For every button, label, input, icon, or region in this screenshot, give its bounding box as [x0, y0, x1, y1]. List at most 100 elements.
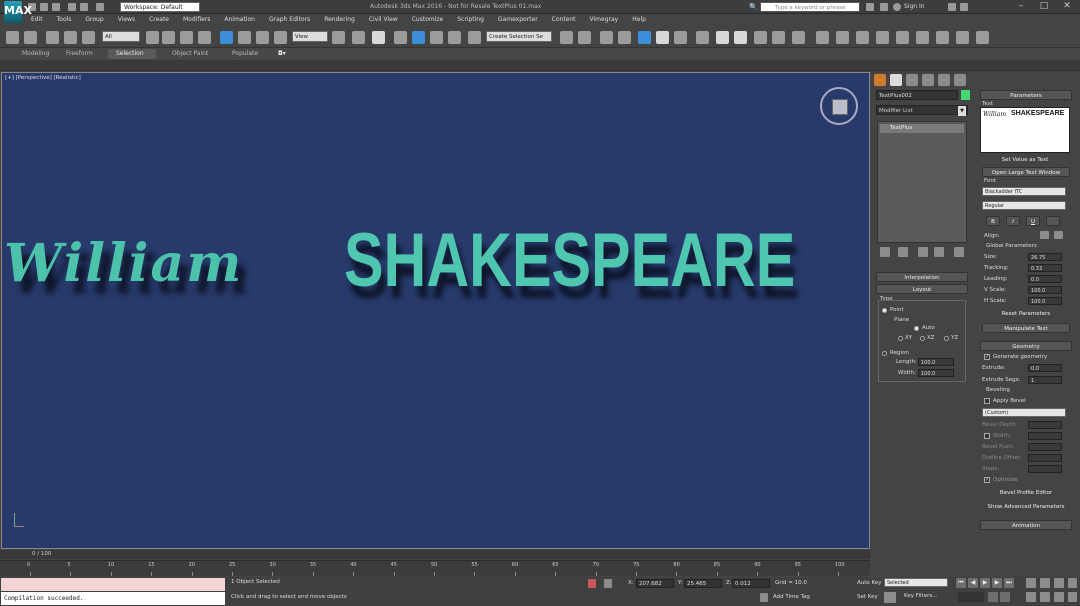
maximize-icon[interactable]: □: [1033, 0, 1055, 13]
link-icon[interactable]: [46, 31, 59, 44]
window-crossing-icon[interactable]: [198, 31, 211, 44]
apply-bevel-checkbox[interactable]: [984, 398, 990, 404]
tab-freeform[interactable]: Freeform: [58, 49, 101, 59]
save-icon[interactable]: [52, 3, 60, 11]
motion-tab-icon[interactable]: [922, 74, 934, 86]
vscale-spinner[interactable]: 100.0: [1028, 286, 1062, 294]
open-file-icon[interactable]: [40, 3, 48, 11]
key-filters-button[interactable]: Key Filters...: [904, 593, 937, 599]
generate-geometry-checkbox[interactable]: ✓: [984, 354, 990, 360]
remove-modifier-icon[interactable]: [934, 247, 944, 257]
space-warp-icon[interactable]: [936, 31, 949, 44]
render-setup-icon[interactable]: [716, 31, 729, 44]
close-icon[interactable]: ✕: [1056, 0, 1078, 13]
display-tab-icon[interactable]: [938, 74, 950, 86]
mirror-icon[interactable]: [560, 31, 573, 44]
bevel-width-spinner[interactable]: [1028, 432, 1062, 440]
select-object-icon[interactable]: [146, 31, 159, 44]
extrude-segs-spinner[interactable]: 1: [1028, 376, 1062, 384]
bind-space-warp-icon[interactable]: [82, 31, 95, 44]
align-icon[interactable]: [578, 31, 591, 44]
render-production-icon[interactable]: [754, 31, 767, 44]
show-advanced-parameters-button[interactable]: Show Advanced Parameters: [982, 502, 1070, 512]
time-config-icon[interactable]: [1000, 592, 1010, 602]
next-frame-icon[interactable]: ▶: [992, 578, 1002, 588]
reset-parameters-button[interactable]: Reset Parameters: [982, 309, 1070, 319]
hammer-icon[interactable]: [856, 31, 869, 44]
select-and-place-icon[interactable]: [274, 31, 287, 44]
script-icon[interactable]: [976, 31, 989, 44]
undo-icon[interactable]: [68, 3, 76, 11]
render-cloud-icon[interactable]: [792, 31, 805, 44]
xz-radio[interactable]: [920, 336, 925, 341]
italic-button[interactable]: I: [1006, 216, 1020, 226]
menu-modifiers[interactable]: Modifiers: [176, 14, 217, 26]
tab-object-paint[interactable]: Object Paint: [164, 49, 216, 59]
redo-icon[interactable]: [24, 31, 37, 44]
workspace-dropdown[interactable]: Workspace: Default: [120, 2, 200, 12]
menu-content[interactable]: Content: [545, 14, 583, 26]
text-object-william[interactable]: William: [4, 233, 243, 294]
tab-selection[interactable]: Selection: [108, 49, 156, 59]
select-and-scale-icon[interactable]: [256, 31, 269, 44]
select-and-rotate-icon[interactable]: [238, 31, 251, 44]
snaps-toggle-icon[interactable]: [394, 31, 407, 44]
leading-spinner[interactable]: 0.0: [1028, 275, 1062, 283]
camera-icon[interactable]: [876, 31, 889, 44]
infocenter-icon[interactable]: [866, 3, 874, 11]
show-end-result-icon[interactable]: [898, 247, 908, 257]
menu-tools[interactable]: Tools: [50, 14, 79, 26]
angle-snap-icon[interactable]: [412, 31, 425, 44]
zoom-extents-all-icon[interactable]: [1068, 578, 1077, 588]
menu-civil-view[interactable]: Civil View: [362, 14, 405, 26]
tracking-spinner[interactable]: 0.33: [1028, 264, 1062, 272]
animation-rollout[interactable]: Animation: [980, 520, 1072, 530]
go-to-end-icon[interactable]: ⏭: [1004, 578, 1014, 588]
material-editor-icon[interactable]: [696, 31, 709, 44]
render-iterative-icon[interactable]: [772, 31, 785, 44]
rendered-frame-window-icon[interactable]: [734, 31, 747, 44]
undo-icon[interactable]: [6, 31, 19, 44]
go-to-start-icon[interactable]: ⏮: [956, 578, 966, 588]
previous-frame-icon[interactable]: ◀: [968, 578, 978, 588]
field-of-view-icon[interactable]: [1026, 592, 1036, 602]
bevel-depth-spinner[interactable]: [1028, 421, 1062, 429]
minimize-icon[interactable]: –: [1010, 0, 1032, 13]
underline-button[interactable]: U: [1026, 216, 1040, 226]
keyboard-shortcut-icon[interactable]: [372, 31, 385, 44]
menu-views[interactable]: Views: [111, 14, 142, 26]
utilities-tab-icon[interactable]: [954, 74, 966, 86]
configure-sets-icon[interactable]: [954, 247, 964, 257]
zoom-all-icon[interactable]: [1040, 578, 1050, 588]
star-icon[interactable]: [880, 3, 888, 11]
ribbon-options-icon[interactable]: ◘▾: [270, 49, 294, 59]
percent-snap-icon[interactable]: [430, 31, 443, 44]
size-spinner[interactable]: 26.75: [1028, 253, 1062, 261]
named-selection-dropdown[interactable]: Create Selection Se: [486, 31, 552, 42]
geometry-rollout[interactable]: Geometry: [980, 341, 1072, 351]
toggle-scene-explorer-icon[interactable]: [600, 31, 613, 44]
shirt-icon[interactable]: [836, 31, 849, 44]
align-left-icon[interactable]: [1040, 231, 1049, 239]
time-tag-icon[interactable]: [760, 593, 768, 602]
point-radio[interactable]: [882, 308, 887, 313]
auto-key-button[interactable]: Auto Key: [857, 580, 882, 586]
menu-animation[interactable]: Animation: [217, 14, 262, 26]
set-value-as-text-button[interactable]: Set Value as Text: [988, 155, 1062, 165]
viewcube-icon[interactable]: [820, 87, 858, 125]
layer-explorer-icon[interactable]: [618, 31, 631, 44]
maxscript-listener-output[interactable]: [1, 578, 225, 591]
help-icon[interactable]: [960, 3, 968, 11]
font-style-dropdown[interactable]: Regular: [982, 201, 1066, 210]
exchange-icon[interactable]: [948, 3, 956, 11]
ribbon-toggle-icon[interactable]: [638, 31, 651, 44]
teapot-icon[interactable]: [816, 31, 829, 44]
tab-populate[interactable]: Populate: [224, 49, 266, 59]
bevel-preset-dropdown[interactable]: (Custom): [982, 408, 1066, 417]
length-spinner[interactable]: 100.0: [918, 358, 954, 366]
parameters-rollout[interactable]: Parameters: [980, 90, 1072, 100]
set-key-icon[interactable]: [884, 592, 896, 603]
systems-icon[interactable]: [956, 31, 969, 44]
width-checkbox[interactable]: [984, 433, 990, 439]
light-icon[interactable]: [896, 31, 909, 44]
